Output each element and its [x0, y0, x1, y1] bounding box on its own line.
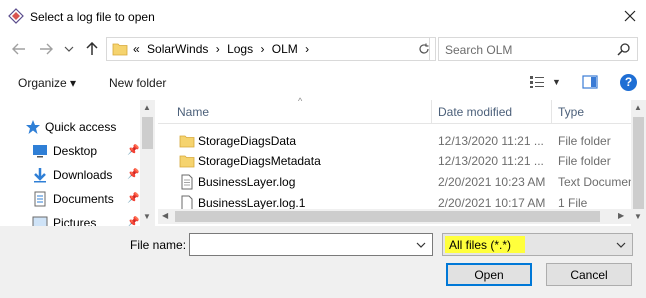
- file-type-filter[interactable]: All files (*.*): [442, 233, 633, 256]
- file-row-businesslayer-log[interactable]: BusinessLayer.log 2/20/2021 10:23 AM Tex…: [158, 172, 634, 192]
- desktop-icon: [33, 145, 47, 158]
- file-name-label: File name:: [130, 238, 187, 252]
- file-row-businesslayer-log-1[interactable]: BusinessLayer.log.1 2/20/2021 10:17 AM 1…: [158, 193, 632, 209]
- view-options-icon[interactable]: [529, 75, 545, 89]
- refresh-icon: [418, 43, 429, 54]
- file-list-scrollbar[interactable]: ▲ ▼: [631, 100, 646, 226]
- breadcrumb-olm[interactable]: OLM: [272, 42, 298, 56]
- file-type: 1 File: [558, 196, 588, 209]
- file-row-storagediagsdata[interactable]: StorageDiagsData 12/13/2020 11:21 ... Fi…: [158, 131, 632, 151]
- search-icon[interactable]: [617, 42, 631, 56]
- scroll-up-icon[interactable]: ▲: [143, 103, 151, 112]
- sidebar-item-label: Desktop: [53, 144, 98, 158]
- up-arrow-icon[interactable]: [86, 42, 98, 56]
- column-name[interactable]: Name: [177, 105, 209, 119]
- scroll-down-icon[interactable]: ▼: [634, 212, 642, 221]
- file-name-field[interactable]: [189, 233, 433, 256]
- cancel-button[interactable]: Cancel: [546, 263, 632, 286]
- recent-locations-chevron-icon[interactable]: [64, 46, 74, 52]
- scroll-right-icon[interactable]: ▶: [618, 211, 624, 220]
- navigation-pane: Quick access Desktop 📌 Downloads 📌 Docum…: [0, 100, 156, 226]
- forward-arrow-icon[interactable]: [39, 43, 53, 55]
- close-icon: [624, 10, 636, 22]
- pin-icon: 📌: [127, 145, 140, 156]
- file-list-horizontal-scrollbar[interactable]: ◀ ▶: [158, 209, 631, 224]
- scroll-thumb[interactable]: [142, 117, 153, 149]
- sidebar-item-documents[interactable]: Documents 📌: [0, 188, 140, 210]
- file-name: StorageDiagsData: [198, 134, 297, 148]
- breadcrumb-separator-icon: ›: [305, 42, 310, 56]
- pin-icon: 📌: [127, 169, 140, 180]
- pictures-icon: [32, 216, 48, 226]
- folder-icon: [179, 135, 195, 148]
- sidebar-item-pictures[interactable]: Pictures 📌: [0, 212, 140, 226]
- view-dropdown-icon[interactable]: ▼: [552, 77, 561, 87]
- pin-icon: 📌: [127, 217, 140, 226]
- column-divider[interactable]: [551, 100, 552, 124]
- app-icon: [8, 8, 24, 24]
- search-input[interactable]: Search OLM: [445, 43, 512, 57]
- sidebar-item-label: Documents: [53, 192, 114, 206]
- sidebar-item-label: Quick access: [45, 120, 117, 134]
- close-button[interactable]: [614, 0, 646, 32]
- file-type: File folder: [558, 134, 611, 148]
- file-type: Text Documen: [558, 175, 634, 189]
- chevron-down-icon[interactable]: [616, 242, 626, 248]
- back-arrow-icon[interactable]: [12, 43, 26, 55]
- breadcrumb-solarwinds[interactable]: SolarWinds: [147, 42, 208, 56]
- sidebar-item-label: Downloads: [53, 168, 113, 182]
- scroll-left-icon[interactable]: ◀: [162, 211, 168, 220]
- breadcrumb-separator-icon: ›: [215, 42, 220, 56]
- new-folder-button[interactable]: New folder: [109, 76, 166, 90]
- text-file-icon: [181, 174, 193, 190]
- folder-icon: [112, 43, 128, 56]
- address-bar[interactable]: « SolarWinds › Logs › OLM › ▾: [106, 37, 501, 61]
- refresh-button[interactable]: [412, 37, 436, 61]
- pin-icon: 📌: [127, 193, 140, 204]
- file-icon: [181, 195, 193, 209]
- star-icon: [26, 120, 40, 134]
- column-divider[interactable]: [431, 100, 432, 124]
- scroll-down-icon[interactable]: ▼: [143, 212, 151, 221]
- title-bar: Select a log file to open: [0, 0, 646, 32]
- scroll-thumb[interactable]: [633, 117, 644, 209]
- column-type[interactable]: Type: [558, 105, 584, 119]
- sort-ascending-icon: ^: [298, 96, 303, 106]
- search-box[interactable]: Search OLM: [438, 37, 638, 61]
- file-row-storagediagsmetadata[interactable]: StorageDiagsMetadata 12/13/2020 11:21 ..…: [158, 151, 632, 171]
- file-date: 12/13/2020 11:21 ...: [438, 134, 544, 148]
- preview-pane-icon[interactable]: [582, 75, 598, 89]
- open-button[interactable]: Open: [446, 263, 532, 286]
- file-date: 2/20/2021 10:17 AM: [438, 196, 546, 209]
- downloads-icon: [34, 168, 46, 183]
- folder-icon: [179, 155, 195, 168]
- file-date: 2/20/2021 10:23 AM: [438, 175, 546, 189]
- sidebar-item-quick-access[interactable]: Quick access: [0, 116, 140, 138]
- column-header-row: ^ Name Date modified Type: [158, 96, 632, 124]
- filter-value: All files (*.*): [449, 238, 512, 252]
- scroll-up-icon[interactable]: ▲: [634, 103, 642, 112]
- sidebar-scrollbar[interactable]: ▲ ▼: [140, 100, 155, 226]
- file-name: BusinessLayer.log.1: [198, 196, 306, 209]
- chevron-down-icon[interactable]: [416, 242, 426, 248]
- breadcrumb-separator-icon: ›: [260, 42, 265, 56]
- file-name: StorageDiagsMetadata: [198, 154, 321, 168]
- scroll-thumb[interactable]: [175, 211, 600, 222]
- window-title: Select a log file to open: [30, 10, 155, 24]
- sidebar-item-downloads[interactable]: Downloads 📌: [0, 164, 140, 186]
- file-date: 12/13/2020 11:21 ...: [438, 154, 544, 168]
- file-name: BusinessLayer.log: [198, 175, 296, 189]
- breadcrumb: « SolarWinds › Logs › OLM ›: [133, 42, 313, 56]
- breadcrumb-overflow[interactable]: «: [133, 42, 140, 56]
- sidebar-item-desktop[interactable]: Desktop 📌: [0, 140, 140, 162]
- breadcrumb-logs[interactable]: Logs: [227, 42, 253, 56]
- column-date-modified[interactable]: Date modified: [438, 105, 512, 119]
- documents-icon: [34, 191, 46, 207]
- help-icon[interactable]: ?: [620, 74, 637, 91]
- organize-button[interactable]: Organize ▾: [18, 76, 76, 90]
- file-type: File folder: [558, 154, 611, 168]
- sidebar-item-label: Pictures: [53, 216, 97, 226]
